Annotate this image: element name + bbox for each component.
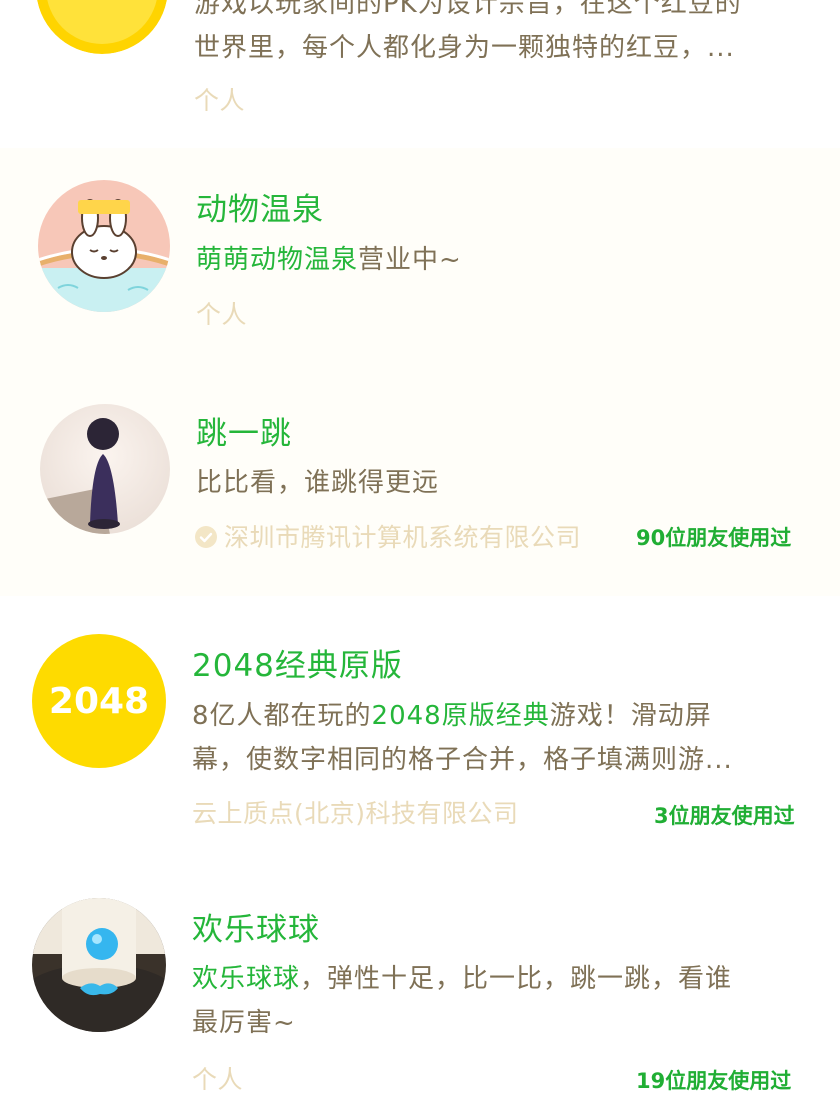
item-title: 2048经典原版: [192, 648, 403, 684]
2048-game-avatar: 2048: [32, 634, 166, 768]
list-item[interactable]: 欢乐球球 欢乐球球，弹性十足，比一比，跳一跳，看谁 最厉害~ 个人 19位朋友使…: [0, 860, 840, 1094]
bunny-hot-spring-avatar: [38, 180, 170, 312]
ball-game-avatar: [32, 898, 166, 1032]
friends-used-count: 90位朋友使用过: [636, 526, 792, 550]
list-item[interactable]: 2048 2048经典原版 8亿人都在玩的2048原版经典游戏！滑动屏 幕，使数…: [0, 596, 840, 860]
list-item[interactable]: 跳一跳 比比看，谁跳得更远 深圳市腾讯计算机系统有限公司 90位朋友使用过: [0, 360, 840, 596]
item-developer: 深圳市腾讯计算机系统有限公司: [194, 518, 581, 554]
red-bean-game-avatar: [36, 0, 168, 54]
item-developer: 个人: [192, 1065, 244, 1094]
friends-used-count: 19位朋友使用过: [636, 1069, 792, 1093]
list-item[interactable]: 游戏以玩家间的PK为设计宗旨，在这个红豆的 世界里，每个人都化身为一颗独特的红豆…: [0, 0, 840, 140]
friends-used-count: 3位朋友使用过: [654, 804, 795, 828]
item-developer: 云上质点(北京)科技有限公司: [192, 799, 519, 828]
avatar-2048-text: 2048: [48, 680, 150, 722]
item-description: 比比看，谁跳得更远: [196, 468, 440, 498]
item-title: 欢乐球球: [192, 912, 320, 948]
jump-game-avatar: [40, 404, 170, 534]
item-description: 8亿人都在玩的2048原版经典游戏！滑动屏 幕，使数字相同的格子合并，格子填满则…: [192, 701, 733, 775]
item-developer: 个人: [194, 86, 246, 115]
item-developer: 个人: [196, 300, 248, 329]
verified-badge-icon: [195, 526, 217, 548]
item-description: 欢乐球球，弹性十足，比一比，跳一跳，看谁 最厉害~: [192, 964, 733, 1038]
list-item[interactable]: 动物温泉 萌萌动物温泉营业中~ 个人: [0, 148, 840, 360]
item-title: 跳一跳: [196, 416, 292, 452]
item-title: 动物温泉: [196, 192, 324, 228]
item-description: 萌萌动物温泉营业中~: [196, 245, 462, 275]
item-description: 游戏以玩家间的PK为设计宗旨，在这个红豆的 世界里，每个人都化身为一颗独特的红豆…: [194, 0, 742, 63]
